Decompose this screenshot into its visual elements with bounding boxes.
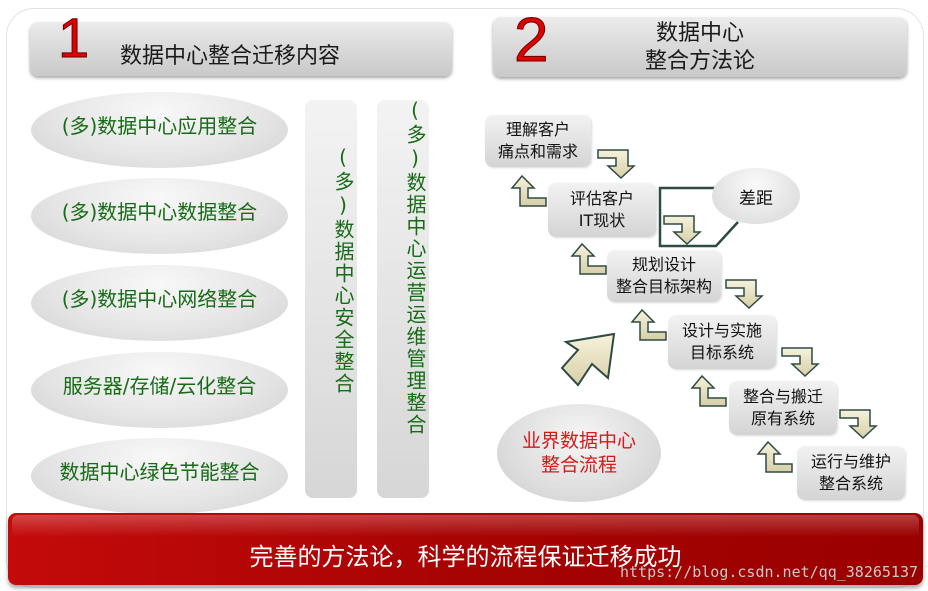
down-arrow-icon xyxy=(663,215,702,246)
gap-label: 差距 xyxy=(739,188,773,209)
step-operate-maintain: 运行与维护 整合系统 xyxy=(797,446,905,500)
flow-label-line2: 整合流程 xyxy=(540,454,617,476)
step-design-implement: 设计与实施 目标系统 xyxy=(668,315,776,369)
step-line1: 整合与搬迁 xyxy=(742,387,823,406)
step-understand-needs: 理解客户 痛点和需求 xyxy=(485,115,591,167)
step-line2: 痛点和需求 xyxy=(497,142,578,161)
banner-shine xyxy=(12,515,919,537)
big-diagonal-arrow-icon xyxy=(560,332,616,387)
step-line2: 整合系统 xyxy=(818,474,883,493)
up-arrow-icon xyxy=(510,174,547,207)
step-assess-it: 评估客户 IT现状 xyxy=(548,183,656,237)
step-line2: 目标系统 xyxy=(689,343,754,362)
flow-arrows xyxy=(510,149,878,473)
gap-bubble: 差距 xyxy=(712,168,800,224)
step-integrate-migrate: 整合与搬迁 原有系统 xyxy=(729,381,837,435)
step-line2: 整合目标架构 xyxy=(615,277,712,296)
step-line1: 设计与实施 xyxy=(681,321,762,340)
down-arrow-icon xyxy=(597,149,636,180)
step-line1: 规划设计 xyxy=(631,255,696,274)
step-line1: 运行与维护 xyxy=(810,452,891,471)
up-arrow-icon xyxy=(756,440,793,473)
up-arrow-icon xyxy=(690,374,727,407)
industry-flow-bubble: 业界数据中心 整合流程 xyxy=(497,404,661,502)
step-line1: 评估客户 xyxy=(569,189,634,208)
down-arrow-icon xyxy=(839,409,878,440)
watermark: https://blog.csdn.net/qq_38265137 xyxy=(619,563,918,581)
flow-label-line1: 业界数据中心 xyxy=(521,430,636,452)
step-line1: 理解客户 xyxy=(505,120,570,139)
down-arrow-icon xyxy=(725,279,764,310)
down-arrow-icon xyxy=(781,347,820,378)
up-arrow-icon xyxy=(570,242,607,275)
up-arrow-icon xyxy=(630,308,667,341)
step-line2: IT现状 xyxy=(578,211,626,230)
step-plan-architecture: 规划设计整合目标架构 xyxy=(607,250,721,302)
step-line2: 原有系统 xyxy=(750,409,815,428)
